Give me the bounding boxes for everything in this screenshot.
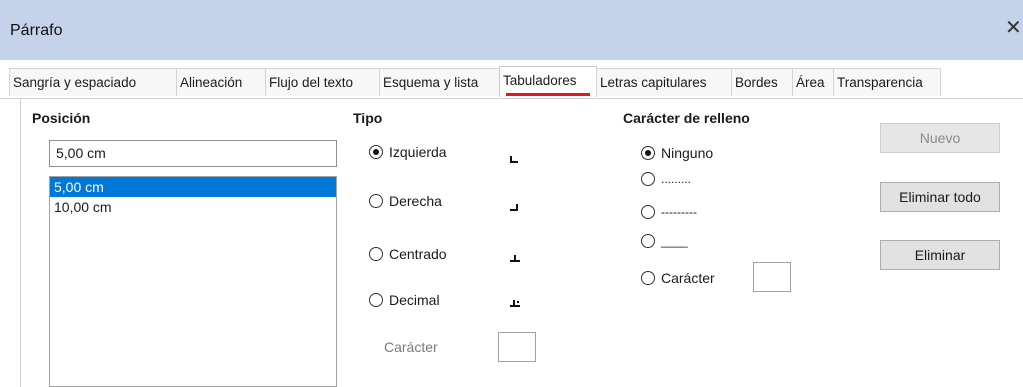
fill-label: Carácter de relleno <box>623 110 750 126</box>
tab-bar: Sangría y espaciado Alineación Flujo del… <box>0 66 1023 98</box>
radio-unchecked-icon <box>369 293 383 307</box>
tab-area[interactable]: Área <box>792 68 834 96</box>
radio-derecha[interactable]: Derecha <box>369 193 442 209</box>
fill-char-input[interactable] <box>753 262 791 292</box>
radio-unchecked-icon <box>641 172 655 186</box>
title-bar: Párrafo ✕ <box>0 0 1023 60</box>
window-title: Párrafo <box>10 22 63 39</box>
radio-unchecked-icon <box>369 194 383 208</box>
tab-decimal-icon <box>510 300 520 307</box>
list-item-selected[interactable]: 5,00 cm <box>50 177 336 197</box>
radio-dashes[interactable]: --------- <box>641 205 697 219</box>
radio-unchecked-icon <box>641 205 655 219</box>
type-char-label: Carácter <box>384 339 438 355</box>
position-input[interactable]: 5,00 cm <box>49 140 337 167</box>
tab-tabuladores[interactable]: Tabuladores <box>499 66 597 97</box>
radio-unchecked-icon <box>641 234 655 248</box>
tab-transparencia[interactable]: Transparencia <box>833 68 941 96</box>
delete-all-button[interactable]: Eliminar todo <box>880 182 1000 212</box>
tab-letras-capitulares[interactable]: Letras capitulares <box>596 68 732 96</box>
radio-centrado[interactable]: Centrado <box>369 246 447 262</box>
tab-left-icon <box>510 156 518 163</box>
radio-caracter[interactable]: Carácter <box>641 270 715 286</box>
position-label: Posición <box>32 110 91 126</box>
type-char-input[interactable] <box>498 332 536 362</box>
tab-right-icon <box>510 204 518 211</box>
radio-ninguno[interactable]: Ninguno <box>641 145 713 161</box>
radio-checked-icon <box>369 145 383 159</box>
radio-decimal[interactable]: Decimal <box>369 292 440 308</box>
tab-flujo-texto[interactable]: Flujo del texto <box>265 68 380 96</box>
delete-button[interactable]: Eliminar <box>880 240 1000 270</box>
close-icon[interactable]: ✕ <box>1005 18 1022 38</box>
tab-esquema-lista[interactable]: Esquema y lista <box>379 68 500 96</box>
tab-alineacion[interactable]: Alineación <box>176 68 266 96</box>
list-item[interactable]: 10,00 cm <box>50 197 336 217</box>
radio-underline[interactable]: ____ <box>641 234 688 248</box>
radio-dots[interactable]: ......... <box>641 172 691 186</box>
active-tab-indicator <box>506 93 590 96</box>
radio-unchecked-icon <box>641 271 655 285</box>
tab-sangria[interactable]: Sangría y espaciado <box>9 68 177 96</box>
new-button[interactable]: Nuevo <box>880 123 1000 153</box>
type-label: Tipo <box>353 110 383 126</box>
position-list[interactable]: 5,00 cm 10,00 cm <box>49 176 337 387</box>
radio-izquierda[interactable]: Izquierda <box>369 144 447 160</box>
tab-bordes[interactable]: Bordes <box>731 68 793 96</box>
radio-unchecked-icon <box>369 247 383 261</box>
tab-center-icon <box>510 255 520 262</box>
radio-checked-icon <box>641 146 655 160</box>
